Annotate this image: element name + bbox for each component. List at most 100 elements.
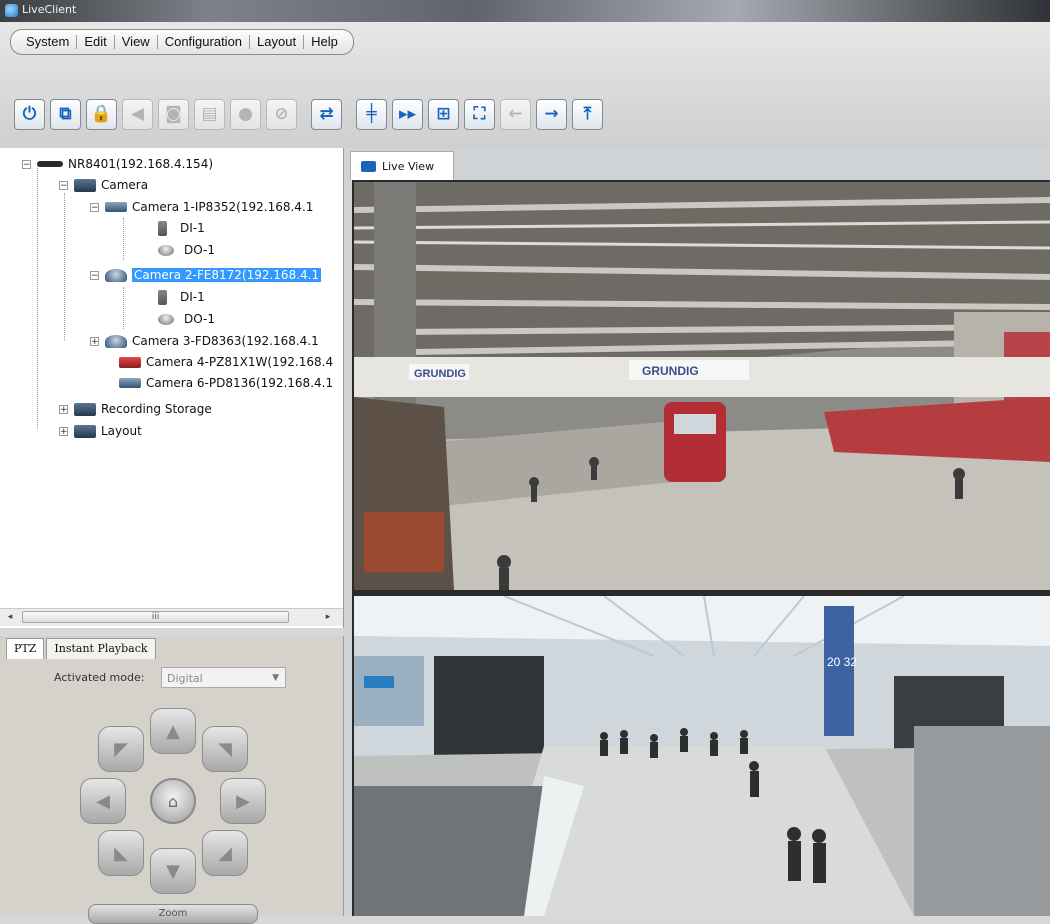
tree-node-camera-1[interactable]: − Camera 1-IP8352(192.168.4.1 xyxy=(90,197,313,217)
pin-button[interactable]: ⤒ xyxy=(572,98,603,130)
fisheye-camera-icon xyxy=(105,268,127,282)
lock-icon: 🔒 xyxy=(90,104,113,124)
grid-split-icon: ╪ xyxy=(366,104,377,124)
sequence-button[interactable]: ▸▸ xyxy=(392,98,423,130)
tree-node-camera-6[interactable]: Camera 6-PD8136(192.168.4.1 xyxy=(119,373,333,393)
collapse-icon[interactable]: − xyxy=(22,159,31,169)
ptz-home-button[interactable]: ⌂ xyxy=(150,778,196,824)
nvr-icon xyxy=(37,161,63,167)
tree-node-label-selected: Camera 2-FE8172(192.168.4.1 xyxy=(132,268,322,282)
arrow-left-icon: ← xyxy=(508,104,523,124)
fullscreen-button[interactable]: ⛶ xyxy=(464,98,495,130)
arrow-right-icon: → xyxy=(544,104,559,124)
menu-layout[interactable]: Layout xyxy=(250,35,305,49)
record-button[interactable]: ● xyxy=(230,98,261,130)
ptz-up-right-button[interactable]: ◥ xyxy=(202,726,248,772)
ptz-panel: PTZ Instant Playback Activated mode: Dig… xyxy=(0,636,344,924)
window-title: LiveClient xyxy=(22,3,77,16)
layout-quad-icon: ⊞ xyxy=(436,104,451,124)
collapse-icon[interactable]: − xyxy=(90,202,99,212)
switch-view-button[interactable]: ⇄ xyxy=(311,98,342,130)
tab-live-view-label: Live View xyxy=(382,159,435,173)
tree-node-label: DI-1 xyxy=(180,221,205,235)
camera-snapshot-button[interactable]: ◙ xyxy=(158,98,189,130)
scroll-left-icon[interactable]: ◂ xyxy=(4,611,16,623)
home-icon: ⌂ xyxy=(167,791,179,811)
tree-node-label: Recording Storage xyxy=(101,402,212,416)
grid-split-button[interactable]: ╪ xyxy=(356,98,387,130)
collapse-icon[interactable]: − xyxy=(59,180,68,190)
video-pane-2[interactable]: 20 32 xyxy=(354,596,1050,916)
digital-output-icon xyxy=(158,313,174,325)
window-titlebar: LiveClient xyxy=(0,0,1050,22)
menu-help[interactable]: Help xyxy=(304,35,345,49)
menu-system[interactable]: System xyxy=(19,35,78,49)
activated-mode-value: Digital xyxy=(167,672,203,685)
record-icon: ● xyxy=(238,104,253,124)
print-button[interactable]: ▤ xyxy=(194,98,225,130)
ptz-zoom-control[interactable]: Zoom xyxy=(88,904,258,924)
digital-input-icon xyxy=(158,220,167,236)
ptz-left-button[interactable]: ◀ xyxy=(80,778,126,824)
tree-node-label: DI-1 xyxy=(180,290,205,304)
camera-icon xyxy=(361,160,376,172)
menu-view[interactable]: View xyxy=(115,35,158,49)
activated-mode-select[interactable]: Digital ▼ xyxy=(161,667,286,688)
speaker-icon: ◀ xyxy=(130,104,145,124)
menu-bar: System Edit View Configuration Layout He… xyxy=(10,29,354,55)
no-entry-button[interactable]: ⊘ xyxy=(266,98,297,130)
gate-sign-text: 20 32 xyxy=(827,655,857,669)
expand-icon[interactable]: + xyxy=(90,336,99,346)
ptz-down-button[interactable]: ▼ xyxy=(150,848,196,894)
scroll-right-icon[interactable]: ▸ xyxy=(322,611,334,623)
tree-node-di[interactable]: DI-1 xyxy=(152,287,205,307)
tree-node-nvr[interactable]: − NR8401(192.168.4.154) xyxy=(22,154,213,174)
camera-snapshot-icon: ◙ xyxy=(165,104,182,124)
tab-ptz[interactable]: PTZ xyxy=(6,638,45,659)
ptz-down-right-button[interactable]: ◢ xyxy=(202,830,248,876)
tab-instant-playback[interactable]: Instant Playback xyxy=(46,638,156,659)
expand-icon[interactable]: + xyxy=(59,426,68,436)
ptz-down-left-button[interactable]: ◣ xyxy=(98,830,144,876)
live-view-panel: Live View GRUNDIG GRUNDIG 20 32 xyxy=(344,148,1050,916)
sequence-icon: ▸▸ xyxy=(398,104,417,124)
ptz-up-button[interactable]: ▲ xyxy=(150,708,196,754)
tree-node-label: DO-1 xyxy=(184,243,215,257)
arrow-left-button[interactable]: ← xyxy=(500,98,531,130)
lock-button[interactable]: 🔒 xyxy=(86,98,117,130)
folder-icon xyxy=(74,424,96,438)
tree-node-label: DO-1 xyxy=(184,312,215,326)
banner-text-1: GRUNDIG xyxy=(414,368,466,380)
menu-edit[interactable]: Edit xyxy=(77,35,115,49)
window-restore-icon: ⧉ xyxy=(59,104,72,124)
tree-node-camera-folder[interactable]: − Camera xyxy=(59,175,148,195)
tab-live-view[interactable]: Live View xyxy=(350,151,454,180)
ptz-tabs: PTZ Instant Playback xyxy=(6,638,158,659)
video-pane-1[interactable]: GRUNDIG GRUNDIG xyxy=(354,182,1050,590)
tree-line xyxy=(123,218,124,260)
tree-node-recording-storage[interactable]: + Recording Storage xyxy=(59,399,212,419)
arrow-right-button[interactable]: → xyxy=(536,98,567,130)
tree-node-camera-4[interactable]: Camera 4-PZ81X1W(192.168.4 xyxy=(119,352,333,372)
menu-configuration[interactable]: Configuration xyxy=(158,35,251,49)
tree-horizontal-scrollbar[interactable]: ◂ iii ▸ xyxy=(0,608,343,626)
layout-quad-button[interactable]: ⊞ xyxy=(428,98,459,130)
tree-node-do[interactable]: DO-1 xyxy=(156,240,215,260)
tree-node-camera-2[interactable]: − Camera 2-FE8172(192.168.4.1 xyxy=(90,265,322,285)
ptz-right-button[interactable]: ▶ xyxy=(220,778,266,824)
tree-node-layout[interactable]: + Layout xyxy=(59,421,142,441)
scroll-thumb[interactable]: iii xyxy=(22,611,289,623)
expand-icon[interactable]: + xyxy=(59,404,68,414)
power-button[interactable]: ⏻ xyxy=(14,98,45,130)
window-restore-button[interactable]: ⧉ xyxy=(50,98,81,130)
tree-line xyxy=(37,166,38,429)
ptz-up-left-button[interactable]: ◤ xyxy=(98,726,144,772)
digital-input-icon xyxy=(158,289,167,305)
switch-view-icon: ⇄ xyxy=(319,104,334,124)
speaker-button[interactable]: ◀ xyxy=(122,98,153,130)
collapse-icon[interactable]: − xyxy=(90,270,99,280)
folder-open-icon xyxy=(74,178,96,192)
tree-node-di[interactable]: DI-1 xyxy=(152,218,205,238)
tree-node-camera-3[interactable]: + Camera 3-FD8363(192.168.4.1 xyxy=(90,331,319,351)
tree-node-do[interactable]: DO-1 xyxy=(156,309,215,329)
